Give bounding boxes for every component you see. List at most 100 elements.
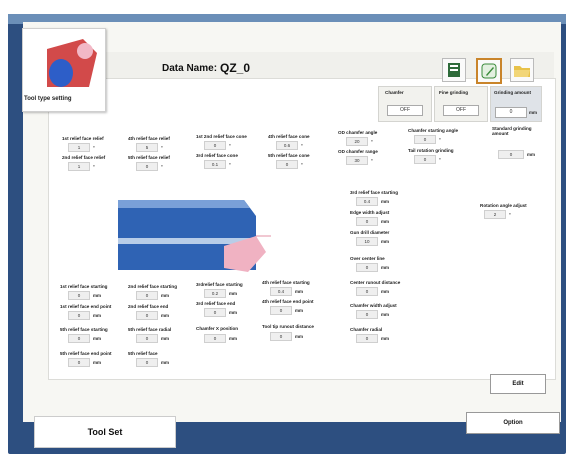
start-2-unit: mm [161,293,170,298]
over-center-input[interactable]: 0 [356,263,378,272]
tool-set-button[interactable]: Tool Set [34,416,176,448]
relief-5-unit: ° [161,164,163,169]
standard-grinding-input[interactable]: 0 [498,150,524,159]
start-1-input[interactable]: 0 [68,291,90,300]
relief-5-input[interactable]: 0 [136,162,158,171]
end-2-label: 2nd relief face end [128,304,169,309]
gun-drill-label: Gun drill diameter [350,230,390,235]
chamfer-title: Chamfer [385,90,404,95]
start-3-label: 3rdrelief face starting [196,282,243,287]
chamfer-starting-angle-input[interactable]: 0 [414,135,436,144]
tool-tip-runout-label: Tool tip runout distance [262,324,314,329]
fine-grinding-panel: Fine grinding OFF [434,86,488,122]
od-chamfer-range-unit: ° [371,158,373,163]
end-1-input[interactable]: 0 [68,311,90,320]
relief-4-input[interactable]: 5 [136,143,158,152]
grinding-amount-input[interactable]: 0 [495,107,527,118]
od-chamfer-angle-label: OD chamfer angle [338,130,378,135]
start-5-label: 5th relief face starting [60,327,108,332]
chamfer-toggle[interactable]: OFF [387,105,423,116]
edge-width-unit: mm [381,219,390,224]
tool-tip-runout-unit: mm [295,334,304,339]
cone-1-2-input[interactable]: 0 [204,141,226,150]
face-5-label: 5th relief face [128,351,158,356]
rotation-adjust-unit: ° [509,212,511,217]
center-runout-unit: mm [381,289,390,294]
start-2-input[interactable]: 0 [136,291,158,300]
tool-profile-drawing [118,200,271,272]
chamfer-x-label: Chamfer X position [196,326,239,331]
radial-5-input[interactable]: 0 [136,334,158,343]
start-2-label: 2nd relief face starting [128,284,178,289]
option-button[interactable]: Option [466,412,560,434]
od-chamfer-angle-input[interactable]: 20 [346,137,368,146]
table-icon[interactable] [442,58,466,82]
grinding-amount-title: Grinding amount [494,90,532,95]
od-chamfer-angle-unit: ° [371,139,373,144]
cone-3-unit: ° [229,162,231,167]
cone-3-label: 3rd relief face cone [196,153,238,158]
fine-grinding-toggle[interactable]: OFF [443,105,479,116]
chamfer-width-label: Chamfer width adjust [350,303,397,308]
chamfer-radial-label: Chamfer radial [350,327,383,332]
face-5-input[interactable]: 0 [136,358,158,367]
od-chamfer-range-input[interactable]: 30 [346,156,368,165]
start-1-unit: mm [93,293,102,298]
data-name-value: QZ_0 [220,61,251,75]
relief-4-label: 4th relief face relief [128,136,170,141]
start-4-input[interactable]: 0.4 [270,287,292,296]
end-4-label: 4th relief face end point [262,299,314,304]
pencil-icon[interactable] [476,58,502,84]
chamfer-width-input[interactable]: 0 [356,310,378,319]
relief-3-starting-input[interactable]: 0.4 [356,197,378,206]
edge-width-input[interactable]: 0 [356,217,378,226]
over-center-unit: mm [381,265,390,270]
relief-5-label: 5th relief face relief [128,155,170,160]
end-1-unit: mm [93,313,102,318]
relief-2-input[interactable]: 1 [68,162,90,171]
radial-5-label: 5th relief face radial [128,327,172,332]
end-2-input[interactable]: 0 [136,311,158,320]
tool-card-label: Tool type setting [24,96,72,102]
face-5-unit: mm [161,360,170,365]
tail-rotation-unit: ° [439,157,441,162]
cone-3-input[interactable]: 0.1 [204,160,226,169]
relief-1-input[interactable]: 1 [68,143,90,152]
end-3-input[interactable]: 0 [204,308,226,317]
tail-rotation-input[interactable]: 0 [414,155,436,164]
relief-2-unit: ° [93,164,95,169]
edit-button[interactable]: Edit [490,374,546,394]
fine-grinding-title: Fine grinding [439,90,469,95]
cone-1-2-unit: ° [229,143,231,148]
relief-3-starting-unit: mm [381,199,390,204]
over-center-label: Over center line [350,256,385,261]
od-chamfer-range-label: OD chamfer range [338,149,378,154]
center-runout-input[interactable]: 0 [356,287,378,296]
end-1-label: 1st relief face end point [60,304,112,309]
cone-4-input[interactable]: 0.6 [276,141,298,150]
data-name-label: Data Name: [162,63,218,74]
gun-drill-input[interactable]: 10 [356,237,378,246]
relief-3-starting-label: 3rd relief face starting [350,190,398,195]
relief-4-unit: ° [161,145,163,150]
start-3-input[interactable]: 0.2 [204,289,226,298]
chamfer-x-input[interactable]: 0 [204,334,226,343]
standard-grinding-unit: mm [527,152,536,157]
cone-4-label: 4th relief face cone [268,134,310,139]
relief-2-label: 2nd relief face relief [62,155,106,160]
start-5-unit: mm [93,336,102,341]
gun-drill-unit: mm [381,239,390,244]
end-5-input[interactable]: 0 [68,358,90,367]
folder-icon[interactable] [510,58,534,82]
rotation-adjust-input[interactable]: 2 [484,210,506,219]
end-3-unit: mm [229,310,238,315]
relief-1-unit: ° [93,145,95,150]
cone-5-unit: ° [301,162,303,167]
chamfer-radial-input[interactable]: 0 [356,334,378,343]
start-5-input[interactable]: 0 [68,334,90,343]
end-4-unit: mm [295,308,304,313]
end-5-label: 5th relief face end point [60,351,112,356]
cone-5-input[interactable]: 0 [276,160,298,169]
end-4-input[interactable]: 0 [270,306,292,315]
tool-tip-runout-input[interactable]: 0 [270,332,292,341]
